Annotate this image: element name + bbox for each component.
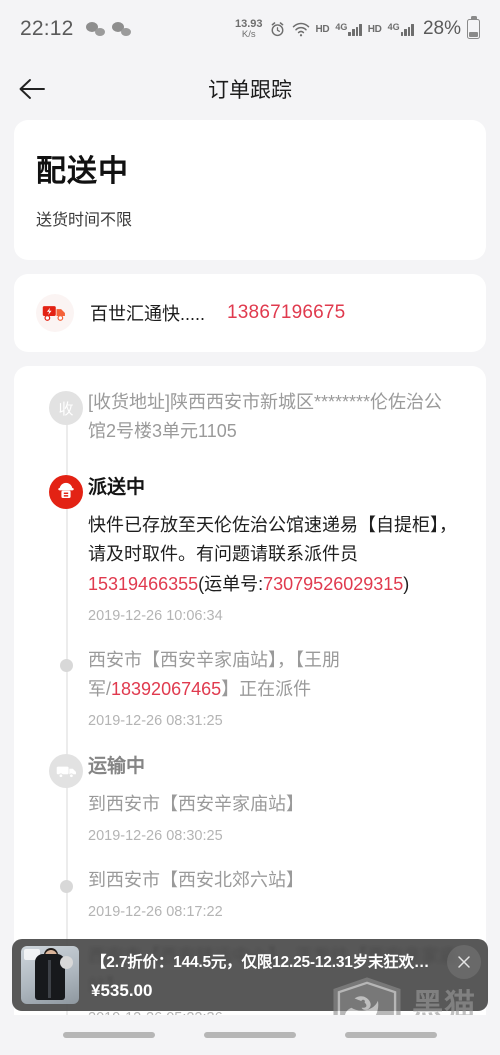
courier-company-card[interactable]: 百世汇通快..... 13867196675 [14,274,486,352]
receiver-badge-marker: 收 [48,390,84,426]
hd-call-icon: HD [367,23,382,35]
back-pill[interactable] [345,1032,438,1038]
highlighted-number[interactable]: 18392067465 [111,679,221,699]
battery-percent-label: 28% [422,18,461,39]
timeline-dot-marker [48,868,84,904]
network-type-label: 4G [387,21,400,32]
timeline-event: 西安市【西安辛家庙站】，【王朋军/18392067465】正在派件 2019-12… [14,646,486,729]
close-icon[interactable] [447,945,481,979]
receiver-badge-icon: 收 [49,391,83,425]
timeline-event: 运输中到西安市【西安辛家庙站】 2019-12-26 08:30:25 [14,751,486,844]
promo-ad-body: 【2.7折价：144.5元，仅限12.25-12.31岁末狂欢！... ¥535… [91,950,435,1001]
timeline-text-run: 到西安市【西安北郊六站】 [88,870,304,891]
home-pill[interactable] [203,1032,296,1038]
network-speed-indicator: 13.93 K/s [235,18,263,40]
timeline-event-timestamp: 2019-12-26 10:06:34 [88,607,223,624]
system-navigation-bar [0,1015,500,1055]
timeline-dot-icon [59,879,73,893]
timeline-event-timestamp: 2019-12-26 08:30:25 [88,828,223,845]
timeline-text-run: 】正在派件 [221,678,312,699]
status-bar-system-icons: 13.93 K/s HD 4G HD 4G 28% [235,18,480,40]
back-button[interactable] [0,58,64,120]
timeline-event-text: 西安市【西安辛家庙站】，【王朋军/18392067465】正在派件 [88,646,460,704]
signal-bars-icon [400,23,414,36]
timeline-dot-icon [59,659,73,673]
courier-phone-number[interactable]: 13867196675 [227,302,345,324]
signal-indicator-1: 4G [335,21,362,36]
recent-apps-pill[interactable] [62,1032,155,1038]
promo-ad-title: 【2.7折价：144.5元，仅限12.25-12.31岁末狂欢！... [91,953,435,971]
timeline-event-text: 快件已存放至天伦佐治公馆速递易【自提柜】，请及时取件。有问题请联系派件员 1531… [88,511,460,598]
timeline-text-run: 快件已存放至天伦佐治公馆速递易【自提柜】，请及时取件。有问题请联系派件员 [88,515,457,565]
timeline-event: 派送中快件已存放至天伦佐治公馆速递易【自提柜】，请及时取件。有问题请联系派件员 1… [14,472,486,624]
battery-icon [467,19,480,39]
timeline-milestone-marker [48,474,84,510]
highlighted-number[interactable]: 15319466355 [88,574,198,594]
signal-bars-icon [348,23,362,36]
timeline-text-run: (运单号: [198,573,264,594]
timeline-event-text: 到西安市【西安北郊六站】 [88,866,460,895]
status-bar-clock: 22:12 [20,17,74,40]
receiver-badge-label: 收 [58,400,74,418]
receiver-address-text: [收货地址]陕西西安市新城区********伦佐治公馆2号楼3单元1105 [88,392,443,442]
highlighted-number[interactable]: 73079526029315 [263,574,403,594]
timeline-dot-marker [48,648,84,684]
page-title: 订单跟踪 [208,79,292,102]
timeline-event-timestamp: 2019-12-26 08:17:22 [88,904,223,921]
alarm-icon [271,21,283,36]
order-tracking-screen: 22:12 13.93 K/s HD 4G HD 4G 28% 订单跟踪 配送中… [0,0,500,1055]
timeline-event-text: 到西安市【西安辛家庙站】 [88,790,460,819]
timeline-text-run: ) [403,573,410,594]
wifi-icon [292,22,309,36]
receiver-address-row: 收 [收货地址]陕西西安市新城区********伦佐治公馆2号楼3单元1105 [14,388,486,446]
status-bar: 22:12 13.93 K/s HD 4G HD 4G 28% [0,0,500,58]
timeline-event-heading: 运输中 [88,756,146,778]
status-bar-notification-icons [85,22,131,36]
transport-truck-icon [49,754,83,789]
delivery-status-card: 配送中 送货时间不限 [14,120,486,260]
network-speed-unit: K/s [241,28,256,40]
network-type-label: 4G [335,21,348,32]
courier-avatar-icon [49,475,83,510]
signal-indicator-2: 4G [387,21,414,36]
title-bar: 订单跟踪 [0,58,500,120]
hd-call-icon: HD [315,23,330,35]
timeline-event-timestamp: 2019-12-26 08:31:25 [88,713,223,730]
timeline-dot-marker [48,944,84,980]
promo-ad-price: ¥535.00 [91,980,153,1000]
back-arrow-icon [19,79,45,99]
close-glyph [458,956,470,968]
timeline-milestone-marker [48,753,84,789]
delivery-status-title: 配送中 [36,155,129,188]
delivery-status-subtitle: 送货时间不限 [36,212,133,229]
timeline-event: 到西安市【西安北郊六站】 2019-12-26 08:17:22 [14,866,486,920]
wechat-notification-icon [85,22,105,36]
timeline-event-heading: 派送中 [88,477,146,499]
courier-company-name: 百世汇通快..... [90,304,206,324]
timeline-dot-icon [59,955,73,969]
wechat-notification-icon [111,22,131,36]
timeline-text-run: 到西安市【西安辛家庙站】 [88,794,304,815]
express-truck-icon [36,294,74,332]
